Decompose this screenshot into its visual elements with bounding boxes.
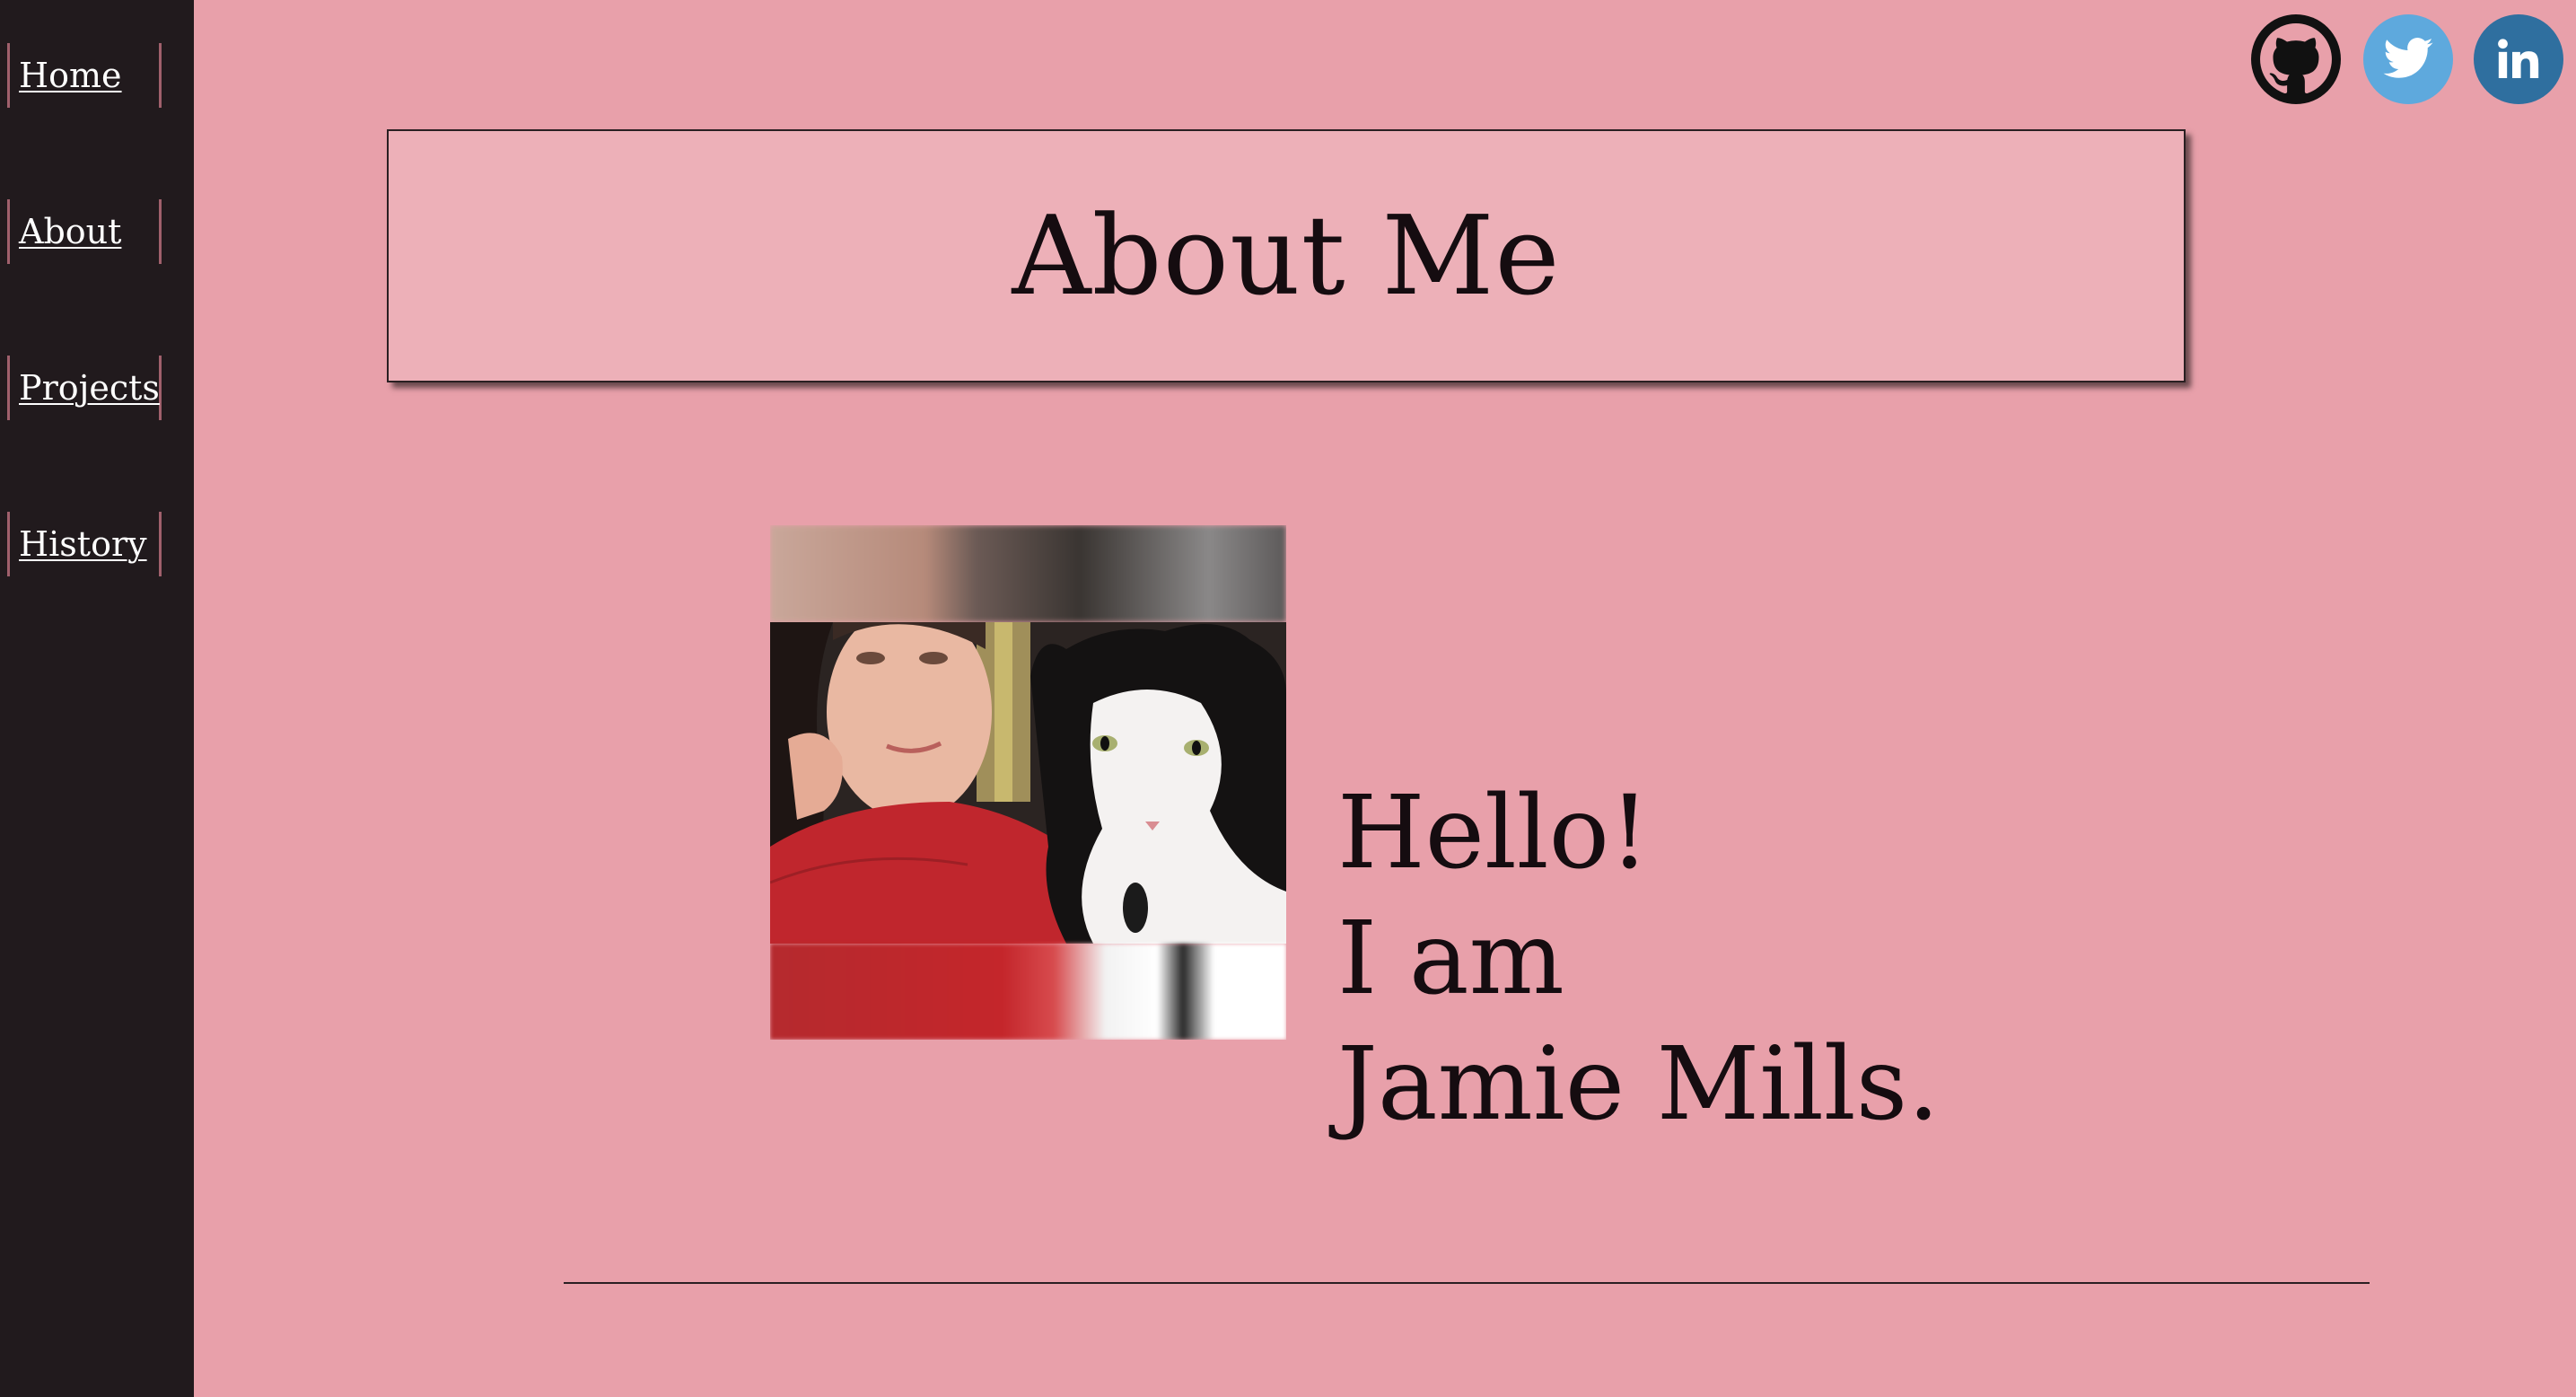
github-link[interactable] [2251, 14, 2341, 104]
github-icon [2251, 14, 2341, 104]
photo-blurred-bottom [770, 944, 1286, 1040]
nav-link-projects[interactable]: Projects [19, 368, 160, 408]
linkedin-icon [2498, 39, 2539, 78]
page-title-box: About Me [387, 129, 2186, 382]
page: Home About Projects History About Me Hel… [0, 0, 2576, 1397]
photo-illustration [770, 622, 1286, 944]
greeting-line-1: Hello! [1337, 775, 1651, 892]
greeting-line-3: Jamie Mills. [1337, 1026, 1940, 1143]
photo-main [770, 622, 1286, 944]
greeting-line-2: I am [1337, 901, 1564, 1017]
greeting: Hello! I am Jamie Mills. [1337, 770, 1940, 1147]
section-divider [564, 1282, 2370, 1284]
nav-link-about[interactable]: About [19, 212, 121, 251]
page-title: About Me [1012, 192, 1561, 320]
sidebar-item-about[interactable]: About [7, 199, 162, 264]
twitter-icon [2383, 38, 2433, 78]
profile-photo [770, 525, 1286, 1040]
nav-link-home[interactable]: Home [19, 56, 122, 95]
sidebar-item-projects[interactable]: Projects [7, 356, 162, 420]
linkedin-link[interactable] [2474, 14, 2563, 104]
twitter-link[interactable] [2363, 14, 2453, 104]
sidebar: Home About Projects History [0, 0, 194, 1397]
sidebar-item-home[interactable]: Home [7, 43, 162, 108]
nav-link-history[interactable]: History [19, 524, 147, 564]
sidebar-item-history[interactable]: History [7, 512, 162, 576]
photo-blurred-top [770, 525, 1286, 622]
